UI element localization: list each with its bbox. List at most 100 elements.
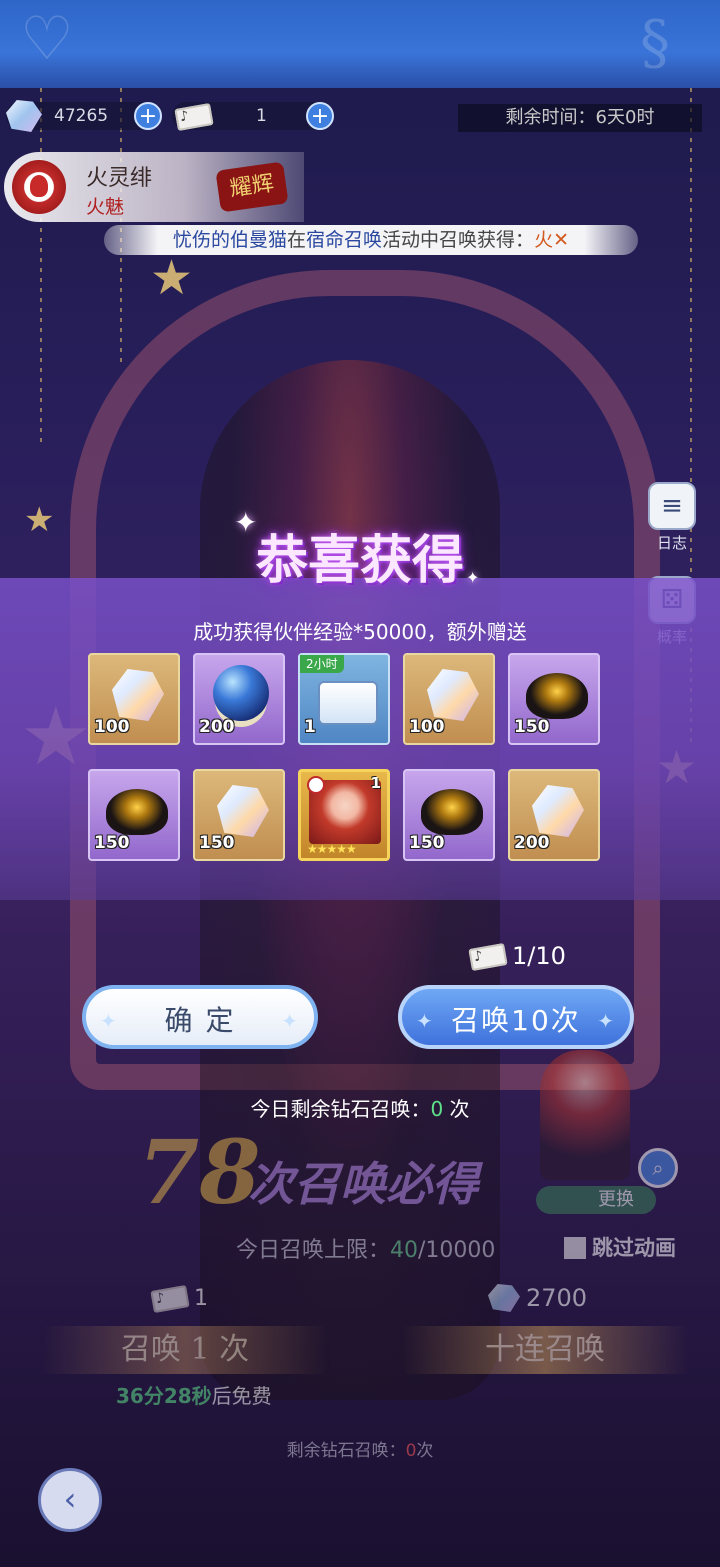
skip-label: 跳过动画 <box>592 1236 676 1260</box>
star-orb-icon <box>213 665 269 721</box>
gold-ore-icon <box>526 673 588 719</box>
ticket-icon <box>468 943 508 971</box>
free-summon-timer: 36分28秒后免费 <box>116 1380 272 1409</box>
remaining-unit: 次 <box>449 1097 470 1121</box>
pity-number: 78 <box>138 1120 261 1224</box>
hanging-chain <box>40 88 42 448</box>
reward-slot[interactable]: 200 <box>508 769 600 861</box>
today-remaining-summons: 今日剩余钻石召唤：0 次 <box>0 1093 720 1122</box>
crystal-icon <box>427 669 479 721</box>
congrats-title: 恭喜获得 <box>255 530 464 591</box>
skip-animation-toggle[interactable]: 跳过动画 <box>564 1232 676 1262</box>
add-crystal-button[interactable]: + <box>134 102 162 130</box>
skip-checkbox[interactable] <box>564 1237 586 1259</box>
free-time-value: 36分28秒 <box>116 1384 212 1408</box>
summon-ten-again-button[interactable]: ✦ 召唤10次 ✦ <box>398 985 634 1049</box>
crystal-icon <box>112 669 164 721</box>
heart-deco-icon: ♡ <box>20 4 74 74</box>
reward-qty: 200 <box>199 717 235 737</box>
character-title: 火魅 <box>86 196 125 218</box>
back-arrow-icon[interactable]: ‹ <box>38 1468 102 1532</box>
ticket-progress: 1/10 <box>468 942 566 971</box>
switch-button[interactable]: 更换 <box>536 1186 656 1214</box>
swirl-deco-icon: § <box>640 8 670 78</box>
sparkle-icon: ✦ <box>234 506 258 539</box>
search-icon[interactable]: ⌕ <box>638 1148 678 1188</box>
remain-label: 剩余钻石召唤： <box>286 1441 406 1461</box>
reward-slot[interactable]: 150 <box>193 769 285 861</box>
reward-slot[interactable]: 100 <box>403 653 495 745</box>
reward-qty: 150 <box>514 717 550 737</box>
single-cost: 1 <box>150 1285 208 1313</box>
event-countdown: 剩余时间：6天0时 <box>458 104 702 132</box>
ten-cost: 2700 <box>488 1284 587 1312</box>
daily-limit: 今日召唤上限：40/10000 <box>236 1232 495 1264</box>
star-icon: ★ <box>150 250 194 306</box>
daily-limit-total: /10000 <box>418 1238 496 1263</box>
reward-qty: 200 <box>514 833 550 853</box>
crystal-amount: 47265 <box>54 106 109 126</box>
reward-slot[interactable]: 150 <box>88 769 180 861</box>
broadcast-marquee: 忧伤的伯曼猫在宿命召唤活动中召唤获得：火✕ <box>104 225 638 255</box>
remain-unit: 次 <box>416 1441 434 1461</box>
crystal-icon <box>532 785 584 837</box>
fire-element-icon <box>307 776 325 794</box>
add-ticket-button[interactable]: + <box>306 102 334 130</box>
confirm-button[interactable]: ✦ 确 定 ✦ <box>82 985 318 1049</box>
remaining-diamond-summons: 剩余钻石召唤：0次 <box>0 1436 720 1461</box>
star-rating: ★★★★★ <box>307 842 357 856</box>
sparkle-icon: ✦ <box>100 1009 119 1033</box>
reward-qty: 150 <box>199 833 235 853</box>
reward-qty: 100 <box>409 717 445 737</box>
sparkle-icon: ✦ <box>281 1009 300 1033</box>
reward-qty: 150 <box>94 833 130 853</box>
crystal-icon <box>488 1284 520 1312</box>
reward-slot[interactable]: 100 <box>88 653 180 745</box>
character-badge[interactable]: 火灵绯 火魅 耀辉 <box>4 152 304 222</box>
sparkle-icon: ✦ <box>416 1009 435 1033</box>
ticket-icon <box>150 1285 190 1313</box>
ticket-amount: 1 <box>256 106 267 126</box>
single-cost-value: 1 <box>194 1286 208 1311</box>
crossed-swords-icon: ✕ <box>553 229 569 251</box>
daily-limit-used: 40 <box>390 1238 419 1263</box>
broadcast-tail: 活动中召唤获得： <box>382 229 535 251</box>
crystal-icon <box>217 785 269 837</box>
summon-ten-button[interactable]: 十连召唤 <box>400 1326 690 1374</box>
free-time-suffix: 后免费 <box>211 1384 272 1408</box>
reward-qty: 150 <box>409 833 445 853</box>
gold-ore-icon <box>106 789 168 835</box>
confirm-label: 确 定 <box>164 1004 236 1037</box>
reward-qty: 1 <box>304 717 316 737</box>
broadcast-event: 宿命召唤 <box>306 229 383 251</box>
reward-qty: 100 <box>94 717 130 737</box>
top-banner: ♡ § <box>0 0 720 88</box>
summon-once-button[interactable]: 召唤 1 次 <box>40 1326 330 1374</box>
reward-slot[interactable]: 200 <box>193 653 285 745</box>
reward-slot[interactable]: 150 <box>403 769 495 861</box>
remain-value: 0 <box>405 1441 417 1461</box>
chest-icon <box>318 681 378 725</box>
broadcast-reward: 火 <box>534 229 554 251</box>
ticket-progress-value: 1/10 <box>512 942 566 970</box>
reward-slot-hero[interactable]: 1 ★★★★★ <box>298 769 390 861</box>
remaining-value: 0 <box>430 1097 444 1121</box>
rank-seal: 耀辉 <box>215 161 289 213</box>
time-badge: 2小时 <box>300 655 344 673</box>
character-name: 火灵绯 <box>86 166 153 191</box>
summon-ten-label: 召唤10次 <box>451 1004 581 1037</box>
daily-limit-label: 今日召唤上限： <box>236 1238 391 1263</box>
reward-slot[interactable]: 2小时 1 <box>298 653 390 745</box>
sparkle-icon: ✦ <box>597 1009 616 1033</box>
pity-text: 次召唤必得 <box>248 1157 478 1211</box>
sparkle-icon: ✦ <box>466 568 480 587</box>
ten-cost-value: 2700 <box>526 1284 588 1312</box>
reward-subtitle: 成功获得伙伴经验*50000，额外赠送 <box>193 620 527 644</box>
remaining-label: 今日剩余钻石召唤： <box>250 1097 431 1121</box>
broadcast-player: 忧伤的伯曼猫 <box>173 229 288 251</box>
gold-ore-icon <box>421 789 483 835</box>
fire-element-icon <box>12 160 66 214</box>
reward-slot[interactable]: 150 <box>508 653 600 745</box>
reward-qty: 1 <box>370 774 381 792</box>
broadcast-in: 在 <box>287 229 307 251</box>
